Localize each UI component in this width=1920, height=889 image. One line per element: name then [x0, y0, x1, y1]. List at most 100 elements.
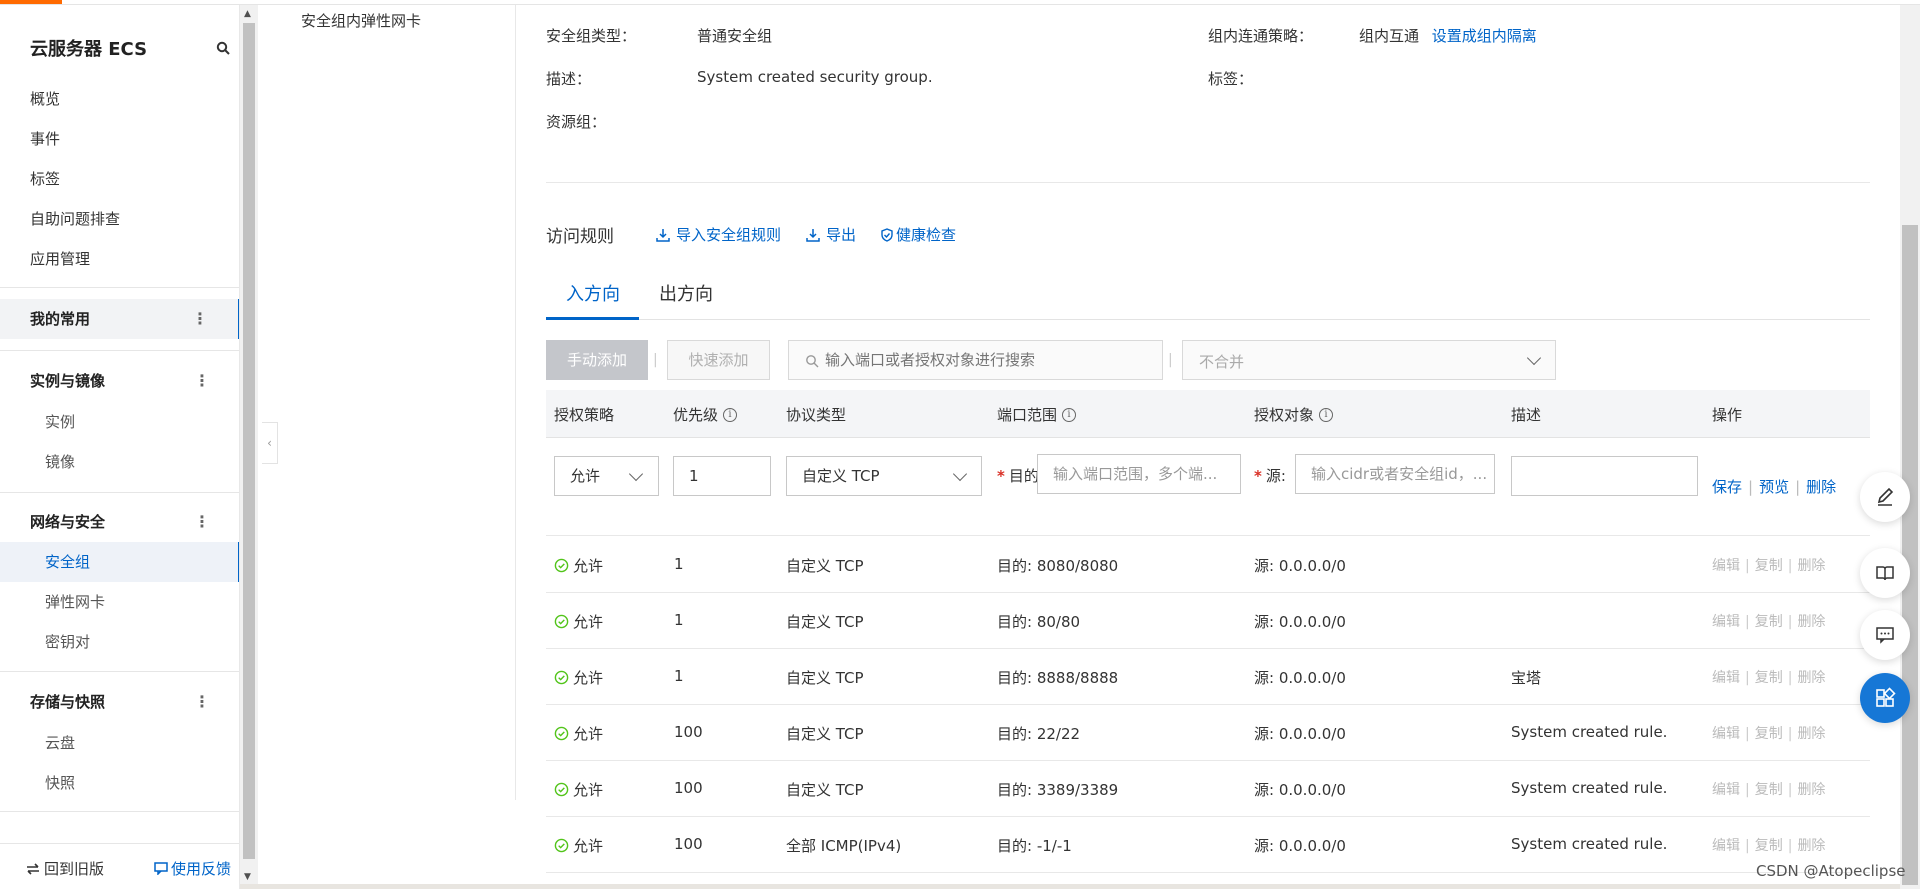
port-range-input[interactable]: 输入端口范围，多个端...	[1037, 454, 1241, 494]
back-to-old-version[interactable]: 回到旧版	[26, 858, 104, 879]
sidebar-group-instances-images[interactable]: 实例与镜像 ⋮	[0, 361, 239, 401]
docs-float-button[interactable]	[1860, 548, 1910, 598]
import-label: 导入安全组规则	[676, 226, 782, 244]
row-actions: 编辑 | 复制 | 删除	[1712, 779, 1825, 799]
edit-link[interactable]: 编辑	[1712, 782, 1740, 798]
copy-link[interactable]: 复制	[1755, 782, 1783, 798]
more-icon[interactable]: ⋮	[192, 299, 208, 339]
edit-link[interactable]: 编辑	[1712, 670, 1740, 686]
merge-placeholder: 不合并	[1199, 353, 1245, 371]
scroll-up-icon[interactable]: ▲	[244, 9, 251, 19]
search-icon	[806, 355, 819, 368]
edit-link[interactable]: 编辑	[1712, 726, 1740, 742]
edit-float-button[interactable]	[1860, 472, 1910, 522]
sidebar: 云服务器 ECS 概览 事件 标签 自助问题排查 应用管理 我的常用 ⋮ 实例与…	[0, 5, 240, 889]
cell-port: 目的: 8888/8888	[997, 669, 1119, 687]
scrollbar-thumb[interactable]	[243, 23, 255, 859]
health-label: 健康检查	[896, 226, 957, 244]
priority-input[interactable]: 1	[673, 456, 771, 496]
delete-link[interactable]: 删除	[1797, 782, 1825, 798]
sg-type-label: 安全组类型：	[546, 27, 637, 45]
cidr-input[interactable]: 输入cidr或者安全组id，...	[1295, 454, 1495, 494]
delete-link[interactable]: 删除	[1797, 726, 1825, 742]
policy-select[interactable]: 允许	[554, 456, 659, 496]
import-rules-link[interactable]: 导入安全组规则	[656, 224, 781, 245]
collapse-sidebar-button[interactable]: ‹	[262, 422, 278, 464]
table-header: 授权策略 优先级 i 协议类型 端口范围 i 授权对象 i 描述 操作	[546, 390, 1870, 438]
more-icon[interactable]: ⋮	[194, 682, 210, 722]
sidebar-item-instances[interactable]: 实例	[45, 411, 75, 432]
cell-protocol: 自定义 TCP	[786, 725, 864, 743]
delete-link[interactable]: 删除	[1797, 838, 1825, 854]
sidebar-group-label: 存储与快照	[30, 693, 106, 711]
scrollbar-thumb[interactable]	[1902, 225, 1918, 885]
separator: |	[1787, 726, 1793, 742]
info-icon[interactable]: i	[1062, 407, 1077, 422]
health-check-link[interactable]: 健康检查	[880, 224, 956, 245]
search-input[interactable]	[825, 341, 1155, 379]
sidebar-item-app-management[interactable]: 应用管理	[30, 248, 90, 269]
sidebar-item-snapshots[interactable]: 快照	[45, 772, 75, 793]
description-input[interactable]	[1511, 456, 1698, 496]
copy-link[interactable]: 复制	[1755, 726, 1783, 742]
th-label: 端口范围	[997, 406, 1058, 424]
sidebar-group-storage-snapshots[interactable]: 存储与快照 ⋮	[0, 682, 239, 722]
save-link[interactable]: 保存	[1712, 478, 1742, 496]
sidebar-item-keypairs[interactable]: 密钥对	[45, 631, 90, 652]
copy-link[interactable]: 复制	[1755, 670, 1783, 686]
separator: |	[1745, 614, 1750, 630]
quick-add-button[interactable]: 快速添加	[667, 340, 770, 380]
more-icon[interactable]: ⋮	[194, 361, 210, 401]
info-icon[interactable]: i	[1319, 407, 1334, 422]
tab-outbound[interactable]: 出方向	[659, 280, 713, 306]
sidebar-item-eni[interactable]: 弹性网卡	[45, 591, 105, 612]
sidebar-scrollbar[interactable]: ▲ ▼	[240, 5, 258, 884]
policy-text: 允许	[573, 781, 604, 799]
shield-check-icon	[881, 227, 893, 242]
sidebar-item-troubleshoot[interactable]: 自助问题排查	[30, 208, 120, 229]
sidebar-group-favorites[interactable]: 我的常用 ⋮	[0, 299, 239, 339]
cell-source: 源: 0.0.0.0/0	[1254, 613, 1346, 631]
manual-add-button[interactable]: 手动添加	[546, 340, 648, 380]
edit-link[interactable]: 编辑	[1712, 614, 1740, 630]
copy-link[interactable]: 复制	[1755, 614, 1783, 630]
apps-float-button[interactable]	[1860, 673, 1910, 723]
divider	[0, 350, 239, 351]
export-link[interactable]: 导出	[806, 224, 856, 245]
copy-link[interactable]: 复制	[1755, 558, 1783, 574]
sidebar-item-tags[interactable]: 标签	[30, 168, 60, 189]
more-icon[interactable]: ⋮	[194, 502, 210, 542]
search-icon[interactable]	[216, 41, 230, 55]
tab-inbound[interactable]: 入方向	[566, 280, 620, 306]
delete-link[interactable]: 删除	[1806, 478, 1836, 496]
merge-select[interactable]: 不合并	[1182, 340, 1556, 380]
row-actions: 编辑 | 复制 | 删除	[1712, 611, 1825, 631]
check-circle-icon	[554, 558, 569, 573]
th-protocol: 协议类型	[786, 404, 846, 425]
page-scrollbar[interactable]	[1900, 5, 1920, 889]
sidebar-group-network-security[interactable]: 网络与安全 ⋮	[0, 502, 239, 542]
info-icon[interactable]: i	[723, 407, 738, 422]
sidebar-item-overview[interactable]: 概览	[30, 88, 60, 109]
sidebar-item-security-groups[interactable]: 安全组	[0, 542, 239, 582]
secondary-nav-eni[interactable]: 安全组内弹性网卡	[301, 10, 421, 31]
sidebar-item-events[interactable]: 事件	[30, 128, 60, 149]
scroll-down-icon[interactable]: ▼	[244, 872, 251, 882]
cell-priority: 100	[674, 723, 703, 741]
edit-link[interactable]: 编辑	[1712, 838, 1740, 854]
sidebar-item-images[interactable]: 镜像	[45, 451, 75, 472]
policy-select-value: 允许	[570, 467, 601, 485]
rule-search[interactable]	[788, 340, 1163, 380]
feedback-link[interactable]: 使用反馈	[154, 858, 231, 879]
copy-link[interactable]: 复制	[1755, 838, 1783, 854]
protocol-select[interactable]: 自定义 TCP	[786, 456, 982, 496]
delete-link[interactable]: 删除	[1797, 558, 1825, 574]
preview-link[interactable]: 预览	[1759, 478, 1789, 496]
chat-float-button[interactable]	[1860, 610, 1910, 660]
set-isolation-link[interactable]: 设置成组内隔离	[1432, 27, 1537, 45]
delete-link[interactable]: 删除	[1797, 614, 1825, 630]
sidebar-item-disks[interactable]: 云盘	[45, 732, 75, 753]
edit-link[interactable]: 编辑	[1712, 558, 1740, 574]
separator: |	[1787, 614, 1793, 630]
delete-link[interactable]: 删除	[1797, 670, 1825, 686]
